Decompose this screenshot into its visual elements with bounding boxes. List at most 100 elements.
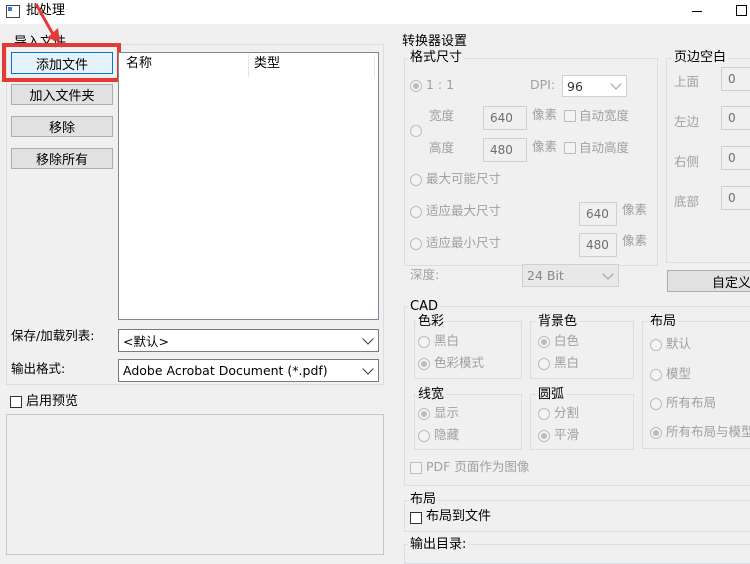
bg-bw-radio[interactable] bbox=[538, 358, 550, 370]
chevron-down-icon bbox=[362, 362, 374, 375]
remove-button[interactable]: 移除 bbox=[11, 116, 113, 137]
bg-white-radio[interactable] bbox=[538, 336, 550, 348]
preview-checkbox[interactable] bbox=[10, 396, 22, 408]
highlight-box bbox=[2, 43, 121, 82]
ratio-label: 1 : 1 bbox=[426, 77, 455, 92]
save-load-label: 保存/加载列表: bbox=[11, 328, 95, 343]
save-load-value: <默认> bbox=[123, 334, 169, 349]
auto-height-label: 自动高度 bbox=[579, 140, 630, 155]
layout-to-file-label: 布局到文件 bbox=[426, 509, 492, 524]
layout-to-file-checkbox[interactable] bbox=[410, 512, 422, 524]
layout-all-model-radio[interactable] bbox=[650, 427, 662, 439]
remove-all-button[interactable]: 移除所有 bbox=[11, 148, 113, 169]
fit-max-label: 适应最大尺寸 bbox=[426, 203, 502, 218]
depth-select[interactable]: 24 Bit bbox=[522, 264, 619, 287]
background-title: 背景色 bbox=[536, 314, 580, 329]
arc-split-radio[interactable] bbox=[538, 408, 550, 420]
output-dir-title: 输出目录: bbox=[408, 537, 469, 552]
dpi-value: 96 bbox=[567, 78, 583, 94]
pdf-as-image-label: PDF 页面作为图像 bbox=[426, 459, 530, 474]
margin-left-field[interactable]: 0 bbox=[721, 106, 750, 130]
margin-top-field[interactable]: 0 bbox=[721, 67, 750, 91]
custom-size-radio[interactable] bbox=[410, 125, 422, 137]
layout-default-label: 默认 bbox=[666, 336, 692, 351]
column-header-name[interactable]: 名称 bbox=[126, 56, 152, 72]
color-bw-label: 黑白 bbox=[434, 333, 460, 348]
linewidth-show-label: 显示 bbox=[434, 405, 460, 420]
chevron-down-icon bbox=[362, 332, 374, 345]
converter-settings-title: 转换器设置 bbox=[402, 34, 468, 49]
app-icon bbox=[6, 5, 20, 18]
depth-value: 24 Bit bbox=[527, 268, 564, 283]
ratio-radio[interactable] bbox=[410, 80, 422, 92]
fit-min-radio[interactable] bbox=[410, 238, 422, 250]
arc-smooth-radio[interactable] bbox=[538, 430, 550, 442]
chevron-down-icon bbox=[602, 267, 614, 280]
max-possible-label: 最大可能尺寸 bbox=[426, 171, 502, 186]
chevron-down-icon bbox=[610, 78, 622, 90]
dpi-select[interactable]: 96 bbox=[562, 75, 627, 97]
height-field[interactable]: 480 bbox=[483, 138, 527, 162]
cad-layout-title: 布局 bbox=[648, 314, 679, 329]
add-folder-button[interactable]: 加入文件夹 bbox=[11, 84, 113, 105]
max-possible-radio[interactable] bbox=[410, 174, 422, 186]
cad-title: CAD bbox=[408, 299, 440, 314]
fit-max-unit: 像素 bbox=[622, 202, 648, 217]
layout-all-model-label: 所有布局与模型 bbox=[666, 424, 750, 439]
linewidth-title: 线宽 bbox=[416, 387, 447, 402]
margin-right-field[interactable]: 0 bbox=[721, 146, 750, 170]
bg-bw-label: 黑白 bbox=[554, 355, 580, 370]
width-unit: 像素 bbox=[532, 107, 558, 122]
fit-max-radio[interactable] bbox=[410, 206, 422, 218]
file-list[interactable]: 名称 类型 bbox=[118, 52, 379, 320]
red-arrow-icon bbox=[34, 3, 60, 42]
arc-smooth-label: 平滑 bbox=[554, 427, 580, 442]
fit-min-field[interactable]: 480 bbox=[579, 233, 617, 257]
column-header-type[interactable]: 类型 bbox=[254, 56, 280, 72]
custom-margin-button[interactable]: 自定义 bbox=[667, 270, 750, 292]
linewidth-show-radio[interactable] bbox=[418, 408, 430, 420]
arc-split-label: 分割 bbox=[554, 405, 580, 420]
fit-min-unit: 像素 bbox=[622, 233, 648, 248]
auto-width-checkbox[interactable] bbox=[564, 110, 576, 122]
margin-bottom-field[interactable]: 0 bbox=[721, 186, 750, 210]
depth-label: 深度: bbox=[410, 267, 440, 282]
layout-model-radio[interactable] bbox=[650, 369, 662, 381]
minimize-button[interactable] bbox=[692, 11, 702, 12]
custom-margin-label: 自定义 bbox=[712, 275, 750, 291]
arc-title: 圆弧 bbox=[536, 387, 567, 402]
dpi-label: DPI: bbox=[530, 77, 556, 92]
width-field[interactable]: 640 bbox=[483, 106, 527, 130]
height-unit: 像素 bbox=[532, 139, 558, 154]
fit-min-label: 适应最小尺寸 bbox=[426, 235, 502, 250]
color-bw-radio[interactable] bbox=[418, 336, 430, 348]
auto-height-checkbox[interactable] bbox=[564, 142, 576, 154]
linewidth-group bbox=[414, 394, 522, 450]
auto-width-label: 自动宽度 bbox=[579, 108, 630, 123]
format-size-title: 格式尺寸 bbox=[408, 50, 465, 65]
fit-max-field[interactable]: 640 bbox=[579, 202, 617, 226]
layout-all-label: 所有布局 bbox=[666, 395, 717, 410]
layout-model-label: 模型 bbox=[666, 366, 692, 381]
preview-label: 启用预览 bbox=[26, 394, 79, 409]
save-load-select[interactable]: <默认> bbox=[118, 329, 379, 352]
color-title: 色彩 bbox=[416, 314, 447, 329]
layout-default-radio[interactable] bbox=[650, 339, 662, 351]
output-format-label: 输出格式: bbox=[11, 361, 66, 376]
layout-all-radio[interactable] bbox=[650, 398, 662, 410]
pdf-as-image-checkbox[interactable] bbox=[410, 462, 422, 474]
height-label: 高度 bbox=[429, 140, 455, 155]
maximize-button[interactable] bbox=[736, 5, 747, 16]
output-format-select[interactable]: Adobe Acrobat Document (*.pdf) bbox=[118, 359, 379, 382]
linewidth-hide-radio[interactable] bbox=[418, 430, 430, 442]
layout-section-title: 布局 bbox=[408, 492, 439, 507]
background-group bbox=[530, 321, 634, 379]
margin-bottom-label: 底部 bbox=[674, 194, 700, 209]
color-mode-radio[interactable] bbox=[418, 358, 430, 370]
margins-title: 页边空白 bbox=[672, 50, 729, 65]
bg-white-label: 白色 bbox=[554, 333, 580, 348]
margin-top-label: 上面 bbox=[674, 74, 700, 89]
width-label: 宽度 bbox=[429, 108, 455, 123]
linewidth-hide-label: 隐藏 bbox=[434, 427, 460, 442]
margin-left-label: 左边 bbox=[674, 114, 700, 129]
